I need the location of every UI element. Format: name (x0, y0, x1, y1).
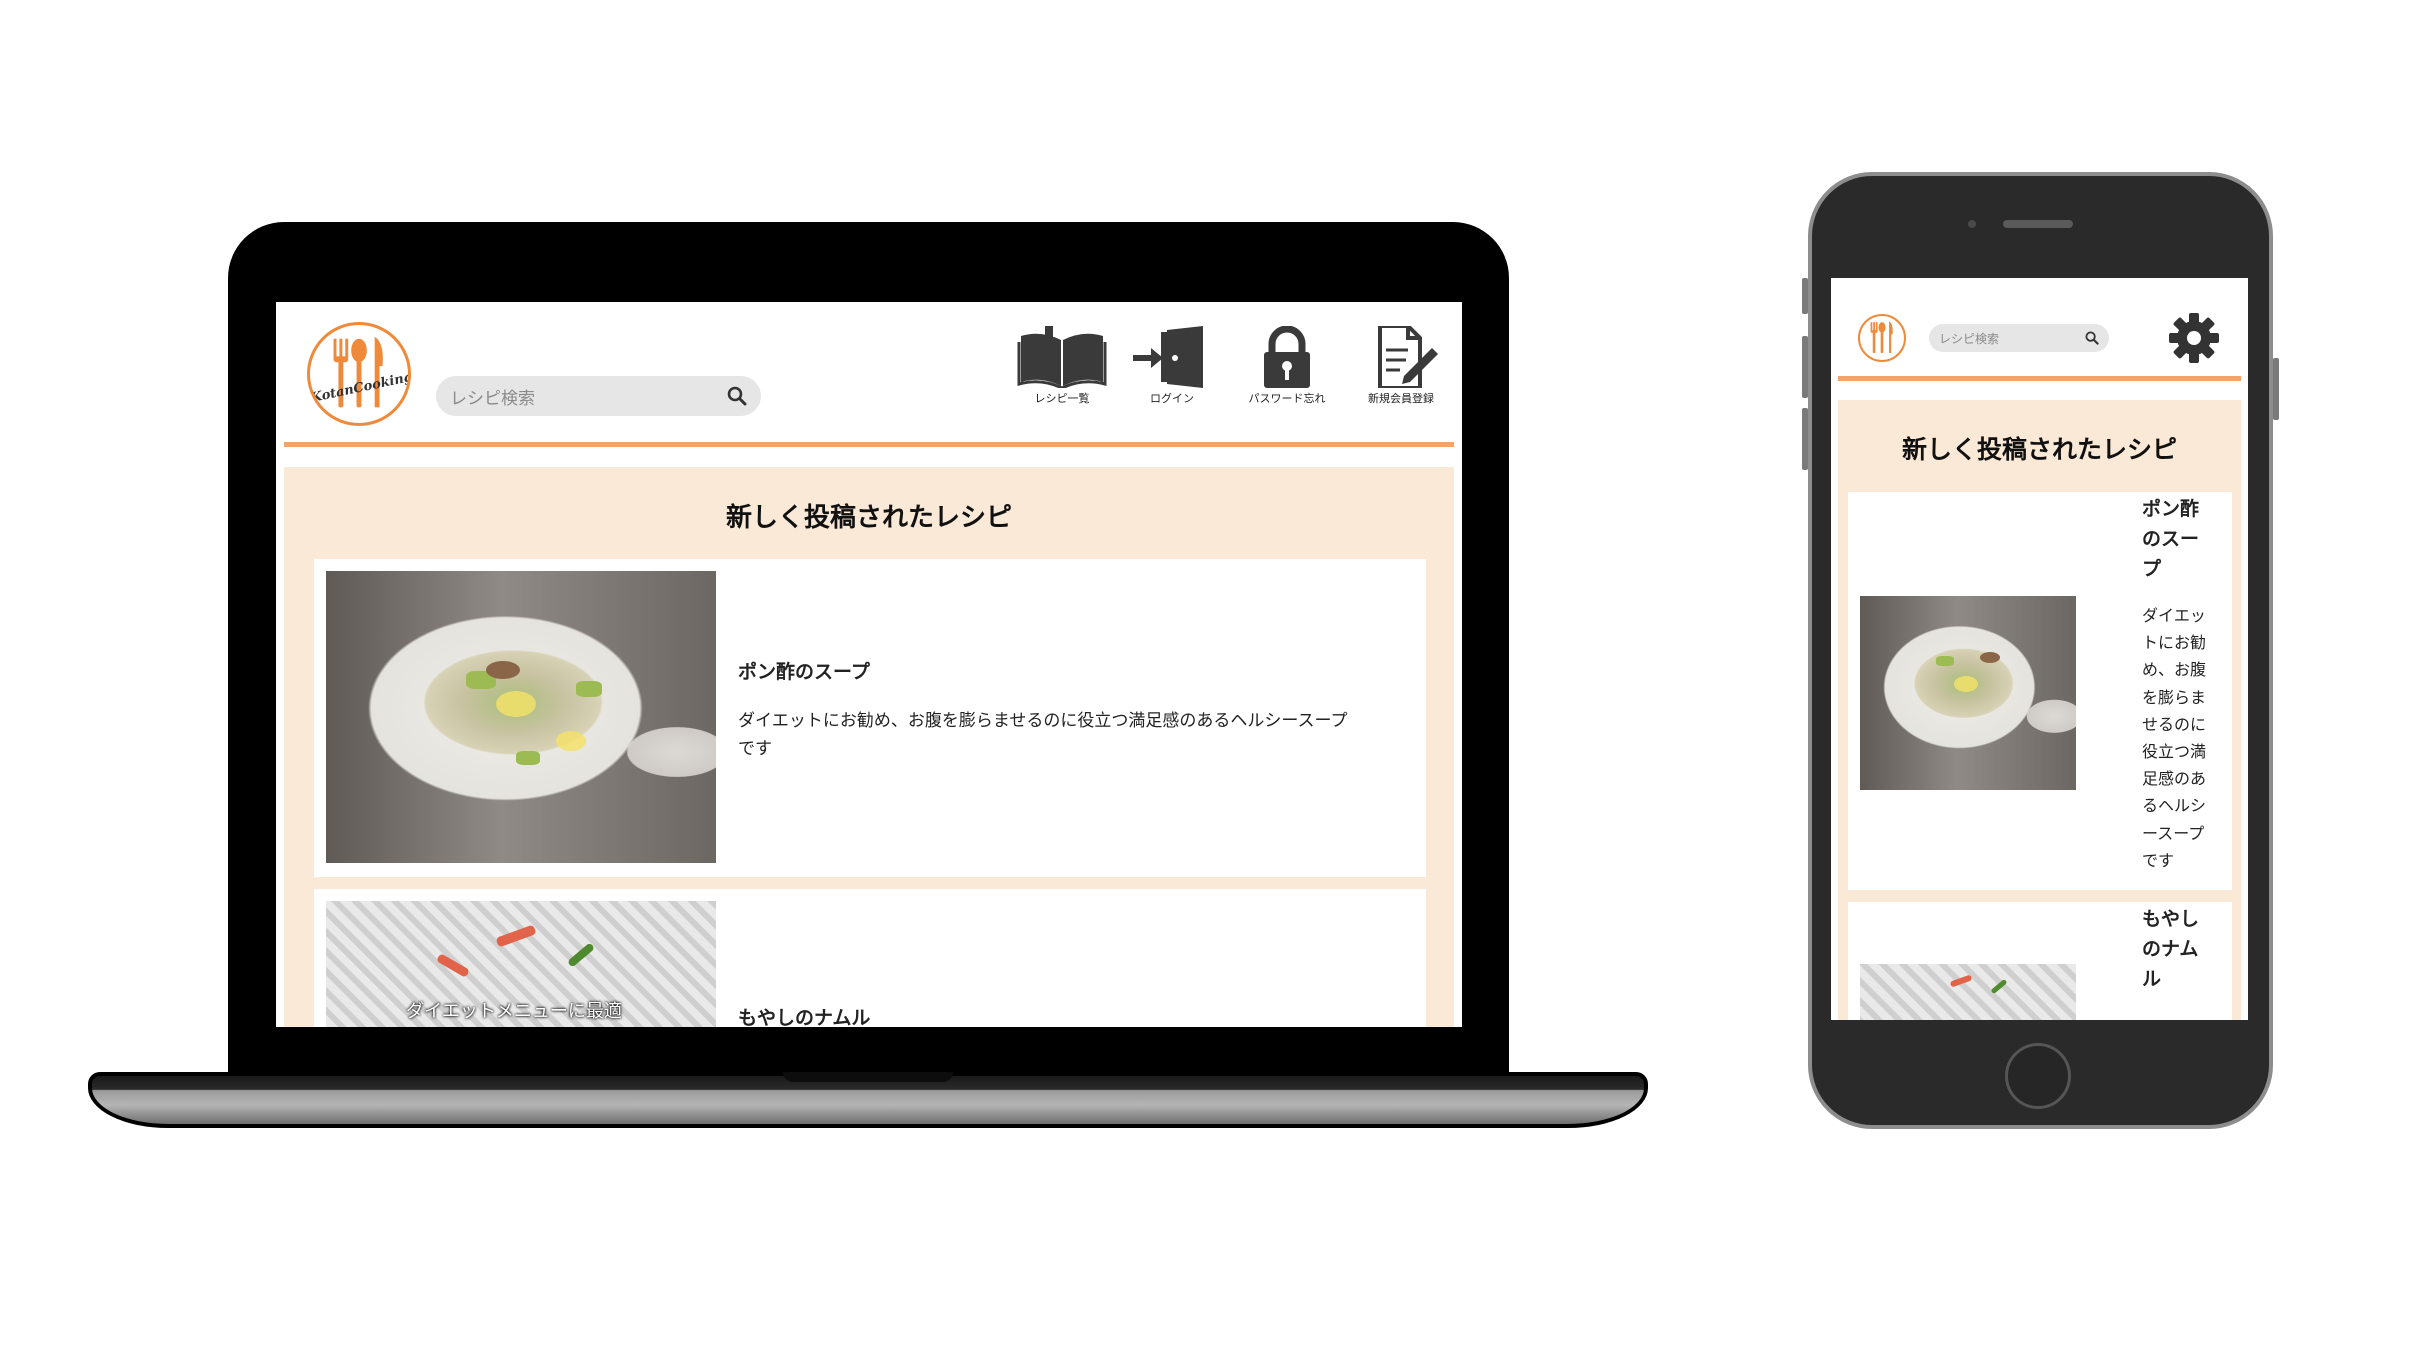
cucumber-detail (566, 942, 596, 968)
site-logo[interactable] (1858, 314, 1906, 362)
search-icon[interactable] (727, 386, 747, 406)
description-line: せるのに (2142, 714, 2207, 734)
description-line: です (2142, 850, 2175, 870)
carrot-detail (436, 953, 470, 978)
vegetable-detail (516, 751, 540, 765)
phone-side-button (2273, 358, 2279, 420)
description-line: 役立つ満 (2142, 742, 2207, 762)
header-divider (284, 442, 1454, 447)
egg-detail (496, 691, 536, 717)
description-line: を膨らま (2142, 687, 2207, 707)
recipe-title[interactable]: もやし のナム ル (2142, 904, 2199, 994)
gear-icon[interactable] (2168, 312, 2220, 364)
egg-detail (556, 731, 586, 751)
recipe-photo[interactable]: ダイエットメニューに最適 (326, 901, 716, 1027)
search-icon[interactable] (2085, 331, 2099, 345)
recipe-description: ダイエットにお勧め、お腹を膨らませるのに役立つ満足感のあるヘルシースープ です (738, 707, 1408, 763)
phone-speaker (2003, 220, 2073, 228)
recipe-card[interactable]: もやし のナム ル (1848, 902, 2232, 1020)
cutlery-icon (1870, 321, 1893, 353)
book-icon (1017, 326, 1107, 388)
mobile-site-screen: レシピ検索 新しく投稿されたレシピ ポン酢 のスー プ ダイエッ トにお勧 め、… (1831, 278, 2248, 1020)
nav-label: パスワード忘れ (1248, 392, 1326, 405)
nav-login[interactable]: ログイン (1122, 326, 1222, 406)
recipe-card[interactable]: ポン酢 のスー プ ダイエッ トにお勧 め、お腹 を膨らま せるのに 役立つ満 … (1848, 492, 2232, 890)
description-line: ースープ (2142, 823, 2205, 843)
login-door-icon (1133, 326, 1203, 388)
recipe-title[interactable]: ポン酢 のスー プ (2142, 494, 2199, 584)
photo-caption: ダイエットメニューに最適 (406, 1001, 622, 1022)
nav-label: レシピ一覧 (1034, 392, 1090, 405)
recipe-title[interactable]: ポン酢のスープ (738, 657, 870, 684)
description-line: 足感のあ (2142, 769, 2207, 789)
description-line: ダイエットにお勧め、お腹を膨らませるのに役立つ満足感のあるヘルシースープ (738, 711, 1348, 731)
phone-side-button (1802, 278, 1808, 314)
carrot-detail (1949, 974, 1973, 988)
phone-home-button[interactable] (2005, 1043, 2071, 1109)
phone-camera (1968, 220, 1976, 228)
recipe-card[interactable]: ポン酢のスープ ダイエットにお勧め、お腹を膨らませるのに役立つ満足感のあるヘルシ… (314, 559, 1426, 877)
desktop-site-screen: KotanCooking レシピ検索 レシピ一覧 ログイン パスワード忘れ 新規… (276, 302, 1462, 1027)
nav-register[interactable]: 新規会員登録 (1346, 326, 1456, 406)
section-title: 新しく投稿されたレシピ (1901, 435, 2177, 464)
recipe-description: ダイエッ トにお勧 め、お腹 を膨らま せるのに 役立つ満 足感のあ るヘルシ … (2142, 602, 2206, 874)
title-line: のナム (2142, 938, 2199, 960)
description-line: ダイエッ (2142, 606, 2206, 625)
description-line: るヘルシ (2142, 796, 2207, 816)
nav-recipe-list[interactable]: レシピ一覧 (1012, 326, 1112, 406)
site-logo[interactable]: KotanCooking (307, 322, 411, 426)
title-line: のスー (2142, 528, 2200, 550)
phone-side-button (1802, 408, 1808, 470)
recipe-photo[interactable] (1860, 964, 2076, 1020)
egg-detail (1954, 676, 1978, 692)
recipe-section: 新しく投稿されたレシピ ポン酢 のスー プ ダイエッ トにお勧 め、お腹 を膨ら… (1838, 400, 2241, 1020)
carrot-detail (495, 924, 537, 948)
description-line: トにお勧 (2142, 633, 2207, 653)
padlock-icon (1264, 326, 1310, 388)
recipe-card[interactable]: ダイエットメニューに最適 もやしのナムル (314, 889, 1426, 1027)
header-divider (1838, 376, 2241, 381)
vegetable-detail (1936, 656, 1954, 666)
recipe-title[interactable]: もやしのナムル (738, 1003, 870, 1027)
recipe-section: 新しく投稿されたレシピ ポン酢のスープ ダイエットにお勧め、お腹を膨らませるのに… (284, 467, 1454, 1027)
recipe-photo[interactable] (326, 571, 716, 863)
register-form-icon (1378, 326, 1438, 388)
vegetable-detail (576, 681, 602, 697)
laptop-notch (783, 1072, 953, 1082)
section-title: 新しく投稿されたレシピ (725, 503, 1012, 533)
search-placeholder: レシピ検索 (1939, 331, 2000, 346)
description-line: です (738, 739, 772, 759)
nav-label: 新規会員登録 (1368, 392, 1434, 405)
cucumber-detail (1990, 978, 2008, 995)
nav-forgot-password[interactable]: パスワード忘れ (1232, 326, 1342, 406)
phone-side-button (1802, 336, 1808, 398)
search-placeholder: レシピ検索 (450, 388, 535, 409)
description-line: め、お腹 (2142, 660, 2207, 680)
title-line: ポン酢 (2142, 498, 2200, 520)
title-line: プ (2142, 558, 2162, 580)
nav-label: ログイン (1150, 392, 1194, 405)
mushroom-detail (1980, 652, 2000, 663)
title-line: ル (2142, 968, 2162, 990)
search-input[interactable]: レシピ検索 (436, 376, 761, 416)
recipe-photo[interactable] (1860, 596, 2076, 790)
search-input[interactable]: レシピ検索 (1929, 324, 2109, 352)
mushroom-detail (486, 661, 520, 679)
title-line: もやし (2142, 908, 2200, 930)
